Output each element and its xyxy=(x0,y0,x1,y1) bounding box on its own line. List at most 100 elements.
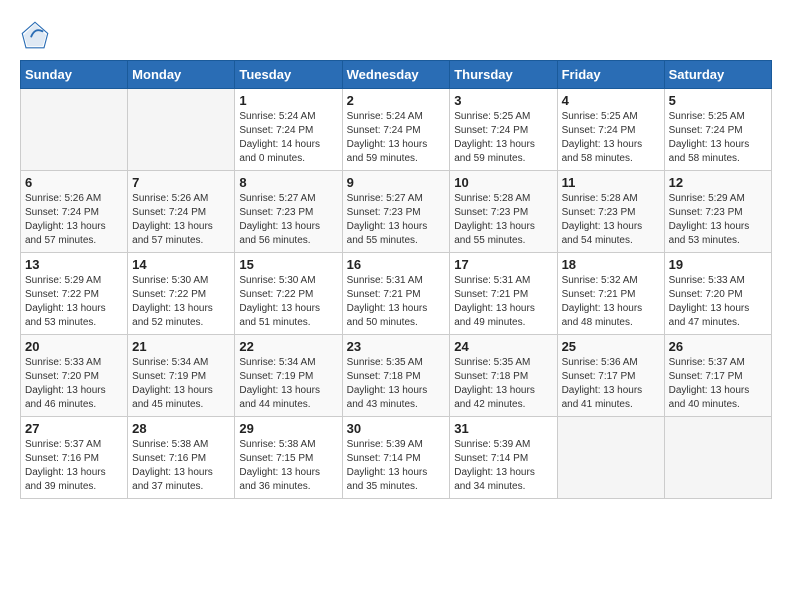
day-number: 12 xyxy=(669,175,767,190)
day-number: 5 xyxy=(669,93,767,108)
day-info: Sunrise: 5:29 AM Sunset: 7:23 PM Dayligh… xyxy=(669,192,767,248)
day-info: Sunrise: 5:25 AM Sunset: 7:24 PM Dayligh… xyxy=(454,110,552,166)
day-number: 21 xyxy=(132,339,230,354)
day-info: Sunrise: 5:27 AM Sunset: 7:23 PM Dayligh… xyxy=(239,192,337,248)
calendar-cell: 15 Sunrise: 5:30 AM Sunset: 7:22 PM Dayli… xyxy=(235,253,342,335)
day-info: Sunrise: 5:26 AM Sunset: 7:24 PM Dayligh… xyxy=(25,192,123,248)
day-info: Sunrise: 5:27 AM Sunset: 7:23 PM Dayligh… xyxy=(347,192,446,248)
calendar-cell xyxy=(664,417,771,499)
day-number: 7 xyxy=(132,175,230,190)
day-info: Sunrise: 5:25 AM Sunset: 7:24 PM Dayligh… xyxy=(562,110,660,166)
calendar-cell: 21 Sunrise: 5:34 AM Sunset: 7:19 PM Dayli… xyxy=(128,335,235,417)
day-info: Sunrise: 5:38 AM Sunset: 7:15 PM Dayligh… xyxy=(239,438,337,494)
calendar: SundayMondayTuesdayWednesdayThursdayFrid… xyxy=(20,60,772,499)
week-row-5: 27 Sunrise: 5:37 AM Sunset: 7:16 PM Dayli… xyxy=(21,417,772,499)
day-info: Sunrise: 5:31 AM Sunset: 7:21 PM Dayligh… xyxy=(454,274,552,330)
weekday-header-tuesday: Tuesday xyxy=(235,61,342,89)
day-info: Sunrise: 5:26 AM Sunset: 7:24 PM Dayligh… xyxy=(132,192,230,248)
day-number: 10 xyxy=(454,175,552,190)
day-info: Sunrise: 5:29 AM Sunset: 7:22 PM Dayligh… xyxy=(25,274,123,330)
header xyxy=(20,20,772,50)
day-number: 15 xyxy=(239,257,337,272)
calendar-cell xyxy=(21,89,128,171)
day-info: Sunrise: 5:31 AM Sunset: 7:21 PM Dayligh… xyxy=(347,274,446,330)
day-number: 2 xyxy=(347,93,446,108)
day-info: Sunrise: 5:35 AM Sunset: 7:18 PM Dayligh… xyxy=(347,356,446,412)
day-number: 22 xyxy=(239,339,337,354)
day-info: Sunrise: 5:25 AM Sunset: 7:24 PM Dayligh… xyxy=(669,110,767,166)
day-number: 20 xyxy=(25,339,123,354)
calendar-cell: 23 Sunrise: 5:35 AM Sunset: 7:18 PM Dayli… xyxy=(342,335,450,417)
day-number: 27 xyxy=(25,421,123,436)
calendar-cell: 3 Sunrise: 5:25 AM Sunset: 7:24 PM Daylig… xyxy=(450,89,557,171)
calendar-cell: 27 Sunrise: 5:37 AM Sunset: 7:16 PM Dayli… xyxy=(21,417,128,499)
day-number: 8 xyxy=(239,175,337,190)
calendar-cell: 26Sunrise: 5:37 AM Sunset: 7:17 PM Dayli… xyxy=(664,335,771,417)
logo xyxy=(20,20,55,50)
day-info: Sunrise: 5:24 AM Sunset: 7:24 PM Dayligh… xyxy=(239,110,337,166)
calendar-cell: 14 Sunrise: 5:30 AM Sunset: 7:22 PM Dayli… xyxy=(128,253,235,335)
weekday-header-sunday: Sunday xyxy=(21,61,128,89)
calendar-cell: 8 Sunrise: 5:27 AM Sunset: 7:23 PM Daylig… xyxy=(235,171,342,253)
calendar-cell: 31 Sunrise: 5:39 AM Sunset: 7:14 PM Dayli… xyxy=(450,417,557,499)
day-info: Sunrise: 5:30 AM Sunset: 7:22 PM Dayligh… xyxy=(239,274,337,330)
calendar-cell: 6 Sunrise: 5:26 AM Sunset: 7:24 PM Daylig… xyxy=(21,171,128,253)
day-info: Sunrise: 5:37 AM Sunset: 7:16 PM Dayligh… xyxy=(25,438,123,494)
day-info: Sunrise: 5:36 AM Sunset: 7:17 PM Dayligh… xyxy=(562,356,660,412)
day-info: Sunrise: 5:33 AM Sunset: 7:20 PM Dayligh… xyxy=(669,274,767,330)
day-number: 11 xyxy=(562,175,660,190)
calendar-cell: 17Sunrise: 5:31 AM Sunset: 7:21 PM Dayli… xyxy=(450,253,557,335)
day-number: 9 xyxy=(347,175,446,190)
weekday-header-row: SundayMondayTuesdayWednesdayThursdayFrid… xyxy=(21,61,772,89)
calendar-cell: 9 Sunrise: 5:27 AM Sunset: 7:23 PM Daylig… xyxy=(342,171,450,253)
day-info: Sunrise: 5:39 AM Sunset: 7:14 PM Dayligh… xyxy=(347,438,446,494)
day-info: Sunrise: 5:34 AM Sunset: 7:19 PM Dayligh… xyxy=(132,356,230,412)
calendar-cell: 28 Sunrise: 5:38 AM Sunset: 7:16 PM Dayli… xyxy=(128,417,235,499)
calendar-cell: 24 Sunrise: 5:35 AM Sunset: 7:18 PM Dayli… xyxy=(450,335,557,417)
weekday-header-thursday: Thursday xyxy=(450,61,557,89)
day-number: 18 xyxy=(562,257,660,272)
calendar-cell: 7 Sunrise: 5:26 AM Sunset: 7:24 PM Daylig… xyxy=(128,171,235,253)
weekday-header-monday: Monday xyxy=(128,61,235,89)
day-number: 28 xyxy=(132,421,230,436)
calendar-cell: 18 Sunrise: 5:32 AM Sunset: 7:21 PM Dayli… xyxy=(557,253,664,335)
weekday-header-saturday: Saturday xyxy=(664,61,771,89)
day-info: Sunrise: 5:34 AM Sunset: 7:19 PM Dayligh… xyxy=(239,356,337,412)
day-number: 24 xyxy=(454,339,552,354)
calendar-cell: 29 Sunrise: 5:38 AM Sunset: 7:15 PM Dayli… xyxy=(235,417,342,499)
day-number: 23 xyxy=(347,339,446,354)
day-number: 19 xyxy=(669,257,767,272)
day-number: 30 xyxy=(347,421,446,436)
calendar-cell: 5 Sunrise: 5:25 AM Sunset: 7:24 PM Daylig… xyxy=(664,89,771,171)
day-info: Sunrise: 5:35 AM Sunset: 7:18 PM Dayligh… xyxy=(454,356,552,412)
day-number: 31 xyxy=(454,421,552,436)
day-number: 6 xyxy=(25,175,123,190)
calendar-cell: 12 Sunrise: 5:29 AM Sunset: 7:23 PM Dayli… xyxy=(664,171,771,253)
calendar-cell: 2 Sunrise: 5:24 AM Sunset: 7:24 PM Daylig… xyxy=(342,89,450,171)
day-info: Sunrise: 5:28 AM Sunset: 7:23 PM Dayligh… xyxy=(454,192,552,248)
week-row-4: 20 Sunrise: 5:33 AM Sunset: 7:20 PM Dayli… xyxy=(21,335,772,417)
day-info: Sunrise: 5:32 AM Sunset: 7:21 PM Dayligh… xyxy=(562,274,660,330)
weekday-header-wednesday: Wednesday xyxy=(342,61,450,89)
calendar-cell: 10 Sunrise: 5:28 AM Sunset: 7:23 PM Dayli… xyxy=(450,171,557,253)
weekday-header-friday: Friday xyxy=(557,61,664,89)
calendar-cell: 11 Sunrise: 5:28 AM Sunset: 7:23 PM Dayli… xyxy=(557,171,664,253)
calendar-cell: 22 Sunrise: 5:34 AM Sunset: 7:19 PM Dayli… xyxy=(235,335,342,417)
logo-icon xyxy=(20,20,50,50)
calendar-cell: 16Sunrise: 5:31 AM Sunset: 7:21 PM Dayli… xyxy=(342,253,450,335)
day-info: Sunrise: 5:38 AM Sunset: 7:16 PM Dayligh… xyxy=(132,438,230,494)
day-info: Sunrise: 5:39 AM Sunset: 7:14 PM Dayligh… xyxy=(454,438,552,494)
calendar-cell: 30 Sunrise: 5:39 AM Sunset: 7:14 PM Dayli… xyxy=(342,417,450,499)
day-number: 3 xyxy=(454,93,552,108)
day-info: Sunrise: 5:37 AM Sunset: 7:17 PM Dayligh… xyxy=(669,356,767,412)
day-info: Sunrise: 5:33 AM Sunset: 7:20 PM Dayligh… xyxy=(25,356,123,412)
calendar-cell: 13Sunrise: 5:29 AM Sunset: 7:22 PM Dayli… xyxy=(21,253,128,335)
day-info: Sunrise: 5:30 AM Sunset: 7:22 PM Dayligh… xyxy=(132,274,230,330)
day-info: Sunrise: 5:28 AM Sunset: 7:23 PM Dayligh… xyxy=(562,192,660,248)
day-number: 29 xyxy=(239,421,337,436)
day-number: 14 xyxy=(132,257,230,272)
calendar-cell: 25Sunrise: 5:36 AM Sunset: 7:17 PM Dayli… xyxy=(557,335,664,417)
calendar-cell: 4Sunrise: 5:25 AM Sunset: 7:24 PM Daylig… xyxy=(557,89,664,171)
week-row-1: 1Sunrise: 5:24 AM Sunset: 7:24 PM Daylig… xyxy=(21,89,772,171)
day-info: Sunrise: 5:24 AM Sunset: 7:24 PM Dayligh… xyxy=(347,110,446,166)
